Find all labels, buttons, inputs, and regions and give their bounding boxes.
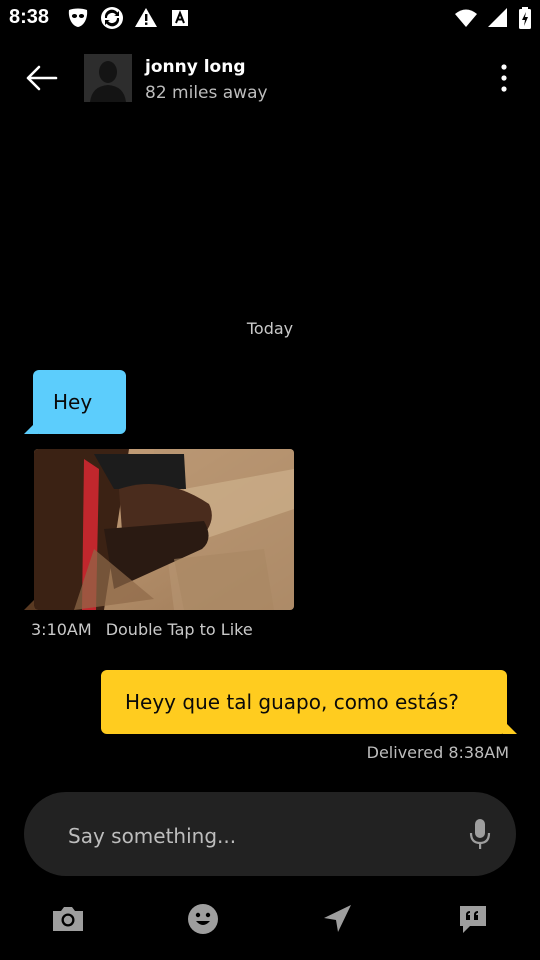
signal-icon [486, 6, 510, 30]
photo-meta: 3:10AM Double Tap to Like [31, 620, 253, 639]
contact-distance: 82 miles away [145, 83, 268, 103]
system-icons [454, 6, 532, 30]
status-time: 8:38 [9, 6, 50, 28]
more-vert-icon [501, 64, 507, 92]
photo-timestamp: 3:10AM [31, 620, 92, 639]
message-input[interactable] [66, 820, 450, 852]
date-separator: Today [246, 319, 294, 338]
contact-name[interactable]: jonny long [145, 57, 246, 77]
avatar[interactable] [84, 54, 132, 102]
send-location-button[interactable] [320, 902, 354, 936]
status-bar: 8:38 [0, 0, 540, 38]
warning-icon [134, 6, 158, 30]
incoming-message-text: Hey [53, 390, 93, 414]
a-box-icon [168, 6, 192, 30]
wifi-icon [454, 6, 478, 30]
notification-icons [66, 6, 192, 30]
incoming-message-bubble[interactable]: Hey [33, 370, 126, 434]
emoji-button[interactable] [186, 902, 220, 936]
back-arrow-icon [26, 65, 58, 91]
photo-message[interactable] [34, 449, 294, 610]
battery-charging-icon [518, 6, 532, 30]
outgoing-message-bubble[interactable]: Heyy que tal guapo, como estás? [101, 670, 507, 734]
camera-button[interactable] [51, 902, 85, 936]
chat-screen: 8:38 jonny long 82 miles away Today Hey … [0, 0, 540, 960]
delivery-status: Delivered 8:38AM [366, 743, 509, 762]
more-options-button[interactable] [492, 62, 516, 94]
emoji-icon [188, 904, 218, 934]
saved-phrases-icon [460, 906, 486, 933]
message-composer [24, 792, 516, 876]
outgoing-message-text: Heyy que tal guapo, como estás? [125, 690, 459, 714]
location-arrow-icon [324, 905, 351, 932]
camera-icon [53, 907, 83, 931]
photo-image [34, 449, 294, 610]
microphone-icon [469, 819, 491, 849]
double-tap-like-hint: Double Tap to Like [105, 620, 253, 639]
back-button[interactable] [24, 62, 60, 94]
sync-icon [100, 6, 124, 30]
saved-phrases-button[interactable] [456, 902, 490, 936]
chat-header: jonny long 82 miles away [0, 50, 540, 106]
chat-action-bar [0, 898, 540, 938]
grindr-mask-icon [66, 6, 90, 30]
voice-message-button[interactable] [468, 818, 492, 850]
person-silhouette-icon [84, 54, 132, 102]
